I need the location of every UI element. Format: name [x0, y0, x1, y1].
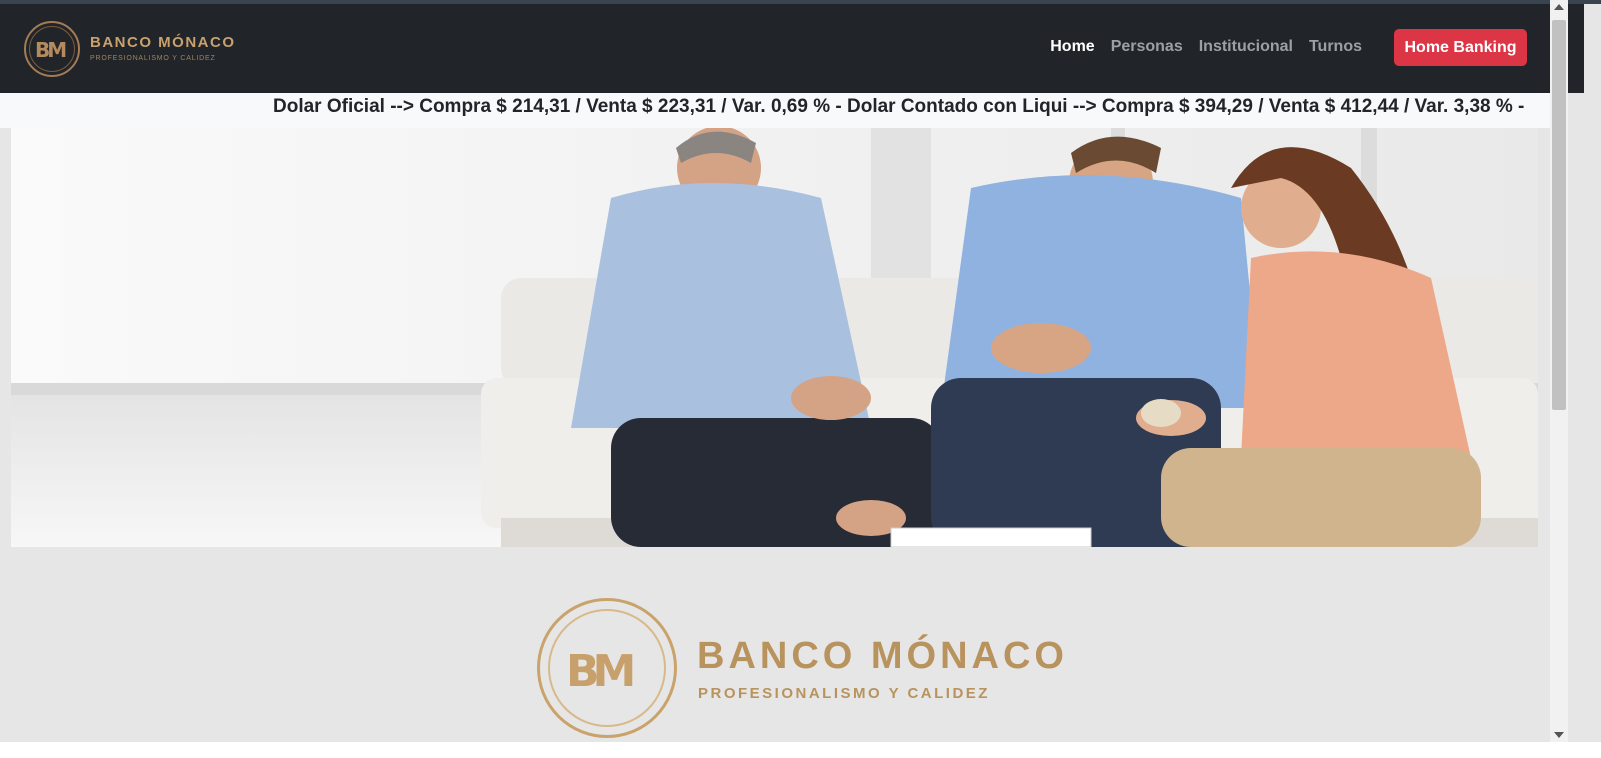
navbar: BM BANCO MÓNACO PROFESIONALISMO Y CALIDE… — [0, 4, 1584, 93]
nav-personas[interactable]: Personas — [1111, 38, 1183, 56]
nav-turnos[interactable]: Turnos — [1309, 38, 1362, 56]
page-scrollbar[interactable] — [1550, 0, 1568, 742]
ticker-text: Dolar Oficial --> Compra $ 214,31 / Vent… — [273, 96, 1525, 117]
currency-ticker: Dolar Oficial --> Compra $ 214,31 / Vent… — [0, 93, 1550, 128]
footer-brand-logo: BM BANCO MÓNACO PROFESIONALISMO Y CALIDE… — [537, 598, 1064, 740]
nav-institucional[interactable]: Institucional — [1199, 38, 1293, 56]
large-brand-name: BANCO MÓNACO — [697, 635, 1068, 677]
brand-logo[interactable]: BM BANCO MÓNACO PROFESIONALISMO Y CALIDE… — [24, 21, 234, 79]
hero-image — [11, 128, 1538, 547]
nav-links: Home Personas Institucional Turnos — [1050, 38, 1362, 56]
large-brand-tagline: PROFESIONALISMO Y CALIDEZ — [698, 685, 990, 702]
brand-tagline: PROFESIONALISMO Y CALIDEZ — [90, 55, 216, 62]
scroll-up-arrow-icon[interactable] — [1554, 4, 1564, 10]
large-logo-monogram: BM — [566, 646, 636, 697]
nav-home[interactable]: Home — [1050, 38, 1094, 56]
hero-photo-illustration — [11, 128, 1538, 547]
large-logo-emblem-icon: BM — [537, 598, 677, 738]
logo-emblem-icon: BM — [24, 21, 80, 77]
brand-name: BANCO MÓNACO — [90, 34, 236, 51]
home-banking-button[interactable]: Home Banking — [1394, 29, 1527, 66]
scroll-thumb[interactable] — [1552, 20, 1566, 410]
logo-monogram: BM — [35, 38, 67, 62]
scroll-down-arrow-icon[interactable] — [1554, 732, 1564, 738]
window-bottom-edge — [0, 742, 1601, 758]
